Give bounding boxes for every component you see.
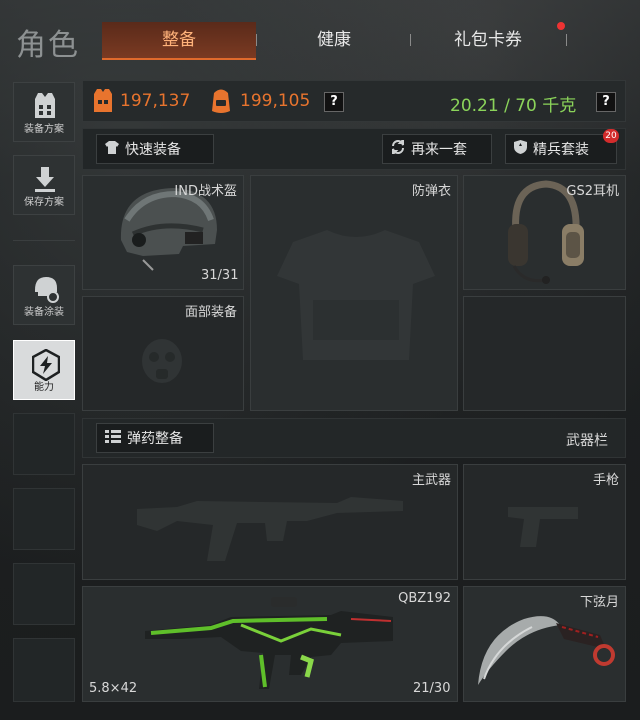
pistol-slot[interactable]: 手枪 [463,464,626,580]
ammo-prep-label: 弹药整备 [127,431,183,447]
sidebar-item-label: 保存方案 [24,197,64,208]
tab-health[interactable]: 健康 [258,22,410,58]
rifle-slot[interactable]: QBZ192 5.8×42 21/30 [82,586,458,702]
helmet-paint-icon [35,277,59,303]
sidebar-empty-slot [13,638,75,702]
face-gear-slot[interactable]: 面部装备 [82,296,244,411]
shirt-icon [105,135,119,165]
vest-icon [35,93,55,118]
tab-divider [410,34,411,46]
repeat-set-button[interactable]: 再来一套 [382,134,492,164]
ammo-list-icon [105,424,121,454]
elite-set-button[interactable]: 精兵套装 [505,134,617,164]
rifle-name: QBZ192 [398,591,451,606]
helmet-slot[interactable]: IND战术盔 31/31 [82,175,244,290]
tab-gift-coupons[interactable]: 礼包卡券 [412,22,564,58]
ammo-prep-button[interactable]: 弹药整备 [96,423,214,453]
shield-icon [514,135,527,165]
lightning-icon [32,349,60,381]
vest-value-icon [94,89,112,112]
rifle-ammo-count: 21/30 [413,681,451,696]
tab-divider [256,34,257,46]
value-help-button[interactable]: ? [324,92,344,112]
rifle-caliber: 5.8×42 [89,681,138,696]
backpack-value-icon [212,89,230,113]
sidebar-item-abilities[interactable]: 能力 [13,340,75,400]
rifle-silhouette [137,497,403,561]
sidebar-item-loadout-plan[interactable]: 装备方案 [13,82,75,142]
empty-gear-slot[interactable] [463,296,626,411]
sidebar-empty-slot [13,413,75,475]
primary-weapon-label: 主武器 [411,473,451,488]
elite-set-label: 精兵套装 [533,142,589,158]
armor-slot[interactable]: 防弹衣 [250,175,458,411]
backpack-value: 199,105 [240,91,311,111]
elite-set-badge: 20 [603,129,619,143]
face-gear-name: 面部装备 [184,305,237,320]
refresh-icon [391,135,405,165]
sidebar-empty-slot [13,488,75,550]
sidebar-divider [13,240,75,241]
weight-readout: 20.21 / 70 千克 [450,96,577,116]
helmet-name: IND战术盔 [174,184,237,199]
page-title: 角色 [16,28,80,63]
qbz192-rifle-image [145,597,393,689]
quick-equip-button[interactable]: 快速装备 [96,134,214,164]
sidebar-item-save-plan[interactable]: 保存方案 [13,155,75,215]
sidebar-item-gear-skins[interactable]: 装备涂装 [13,265,75,325]
headset-name: GS2耳机 [566,184,619,199]
sidebar-item-label: 能力 [34,382,54,393]
headset-slot[interactable]: GS2耳机 [463,175,626,290]
sidebar-item-label: 装备方案 [24,124,64,135]
armor-silhouette [277,230,435,360]
primary-weapon-slot[interactable]: 主武器 [82,464,458,580]
weight-help-button[interactable]: ? [596,92,616,112]
armor-name: 防弹衣 [411,184,451,199]
vest-value: 197,137 [120,91,191,111]
melee-name: 下弦月 [579,595,619,610]
tab-divider [566,34,567,46]
download-icon [35,167,55,192]
pistol-silhouette [508,507,578,547]
gas-mask-silhouette [142,339,182,383]
karambit-image [478,616,615,685]
repeat-set-label: 再来一套 [411,142,467,158]
helmet-durability: 31/31 [201,268,239,283]
sidebar-empty-slot [13,563,75,625]
pistol-label: 手枪 [592,473,619,488]
melee-slot[interactable]: 下弦月 [463,586,626,702]
quick-equip-label: 快速装备 [125,142,181,158]
tab-loadout[interactable]: 整备 [102,22,256,60]
sidebar-item-label: 装备涂装 [24,307,64,318]
weapons-section-label: 武器栏 [566,433,608,449]
notification-dot [557,22,565,30]
